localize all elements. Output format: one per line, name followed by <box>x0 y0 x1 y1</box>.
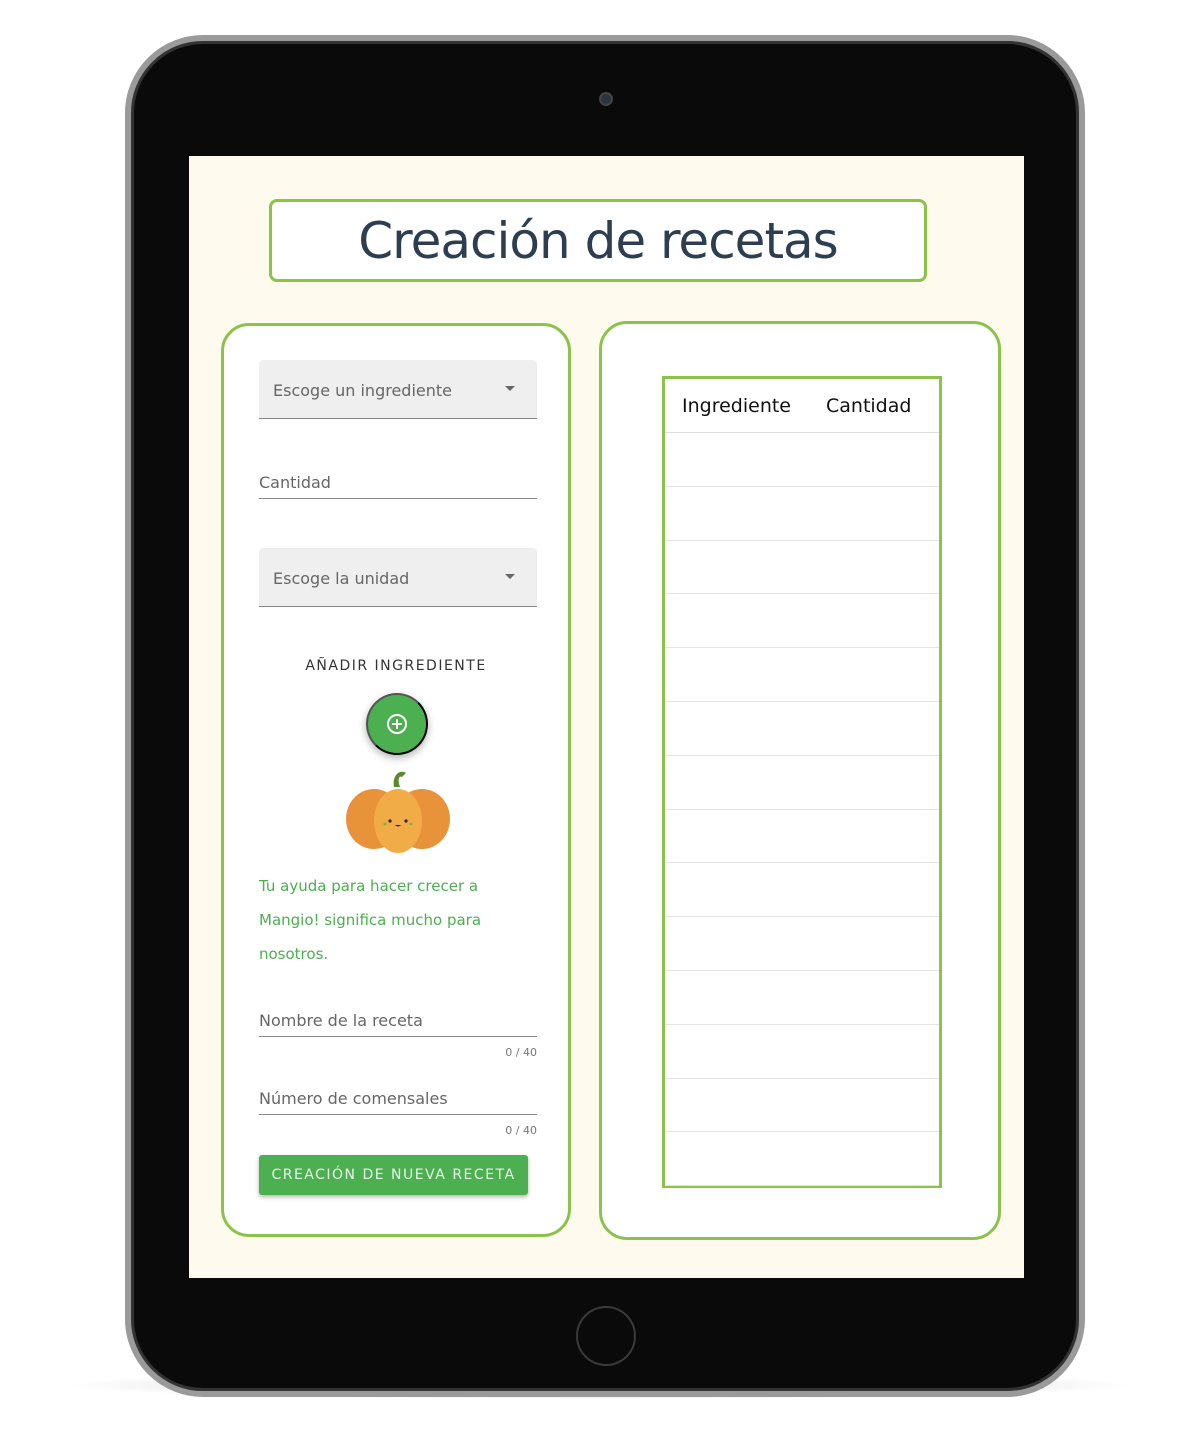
table-row <box>665 1079 939 1133</box>
table-row <box>665 433 939 487</box>
recipe-form-card: Escoge un ingrediente Cantidad Escoge la… <box>221 323 571 1237</box>
column-header-quantity: Cantidad <box>826 394 912 417</box>
column-header-ingredient: Ingrediente <box>682 394 791 417</box>
add-ingredient-button[interactable] <box>366 693 428 755</box>
recipe-name-label: Nombre de la receta <box>259 1011 423 1030</box>
pumpkin-mascot <box>346 771 450 853</box>
ingredients-table: Ingrediente Cantidad <box>662 376 942 1188</box>
chevron-down-icon <box>505 574 515 579</box>
quantity-input[interactable]: Cantidad <box>259 473 537 499</box>
table-row <box>665 594 939 649</box>
table-row <box>665 917 939 971</box>
table-row <box>665 971 939 1025</box>
camera-icon <box>599 92 613 106</box>
table-row <box>665 810 939 864</box>
table-row <box>665 702 939 756</box>
ingredients-card: Ingrediente Cantidad <box>599 321 1001 1240</box>
table-row <box>665 863 939 918</box>
create-recipe-button[interactable]: CREACIÓN DE NUEVA RECETA <box>259 1155 528 1195</box>
recipe-name-input[interactable]: Nombre de la receta <box>259 1011 537 1037</box>
diners-input[interactable]: Número de comensales <box>259 1089 537 1115</box>
screen: Creación de recetas Escoge un ingredient… <box>189 156 1024 1278</box>
chevron-down-icon <box>505 386 515 391</box>
table-header: Ingrediente Cantidad <box>665 379 939 433</box>
table-row <box>665 487 939 541</box>
table-row <box>665 648 939 702</box>
ingredient-select-placeholder: Escoge un ingrediente <box>273 381 452 400</box>
table-row <box>665 1132 939 1187</box>
table-row <box>665 756 939 810</box>
diners-label: Número de comensales <box>259 1089 448 1108</box>
recipe-name-counter: 0 / 40 <box>505 1046 537 1059</box>
ingredient-select[interactable]: Escoge un ingrediente <box>259 360 537 419</box>
unit-select-placeholder: Escoge la unidad <box>273 569 410 588</box>
page-title: Creación de recetas <box>358 211 838 270</box>
support-message: Tu ayuda para hacer crecer a Mangio! sig… <box>259 877 482 963</box>
table-row <box>665 541 939 595</box>
home-button[interactable] <box>576 1306 636 1366</box>
diners-counter: 0 / 40 <box>505 1124 537 1137</box>
quantity-label: Cantidad <box>259 473 331 492</box>
add-ingredient-label: AÑADIR INGREDIENTE <box>305 658 487 674</box>
plus-circle-icon <box>387 714 407 734</box>
table-row <box>665 1025 939 1079</box>
unit-select[interactable]: Escoge la unidad <box>259 548 537 607</box>
title-box: Creación de recetas <box>269 199 927 282</box>
